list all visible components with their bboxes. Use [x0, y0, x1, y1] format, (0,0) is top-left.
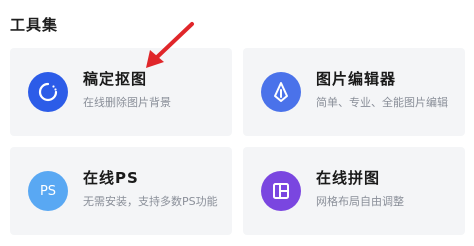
arrow-annotation-icon — [140, 20, 196, 76]
section-title: 工具集 — [10, 16, 59, 34]
cutout-icon — [28, 72, 68, 112]
tool-card-cutout[interactable]: 稿定抠图 在线删除图片背景 — [10, 48, 232, 136]
ps-icon: PS — [28, 171, 68, 211]
tool-card-title: 在线PS — [83, 169, 139, 187]
tool-card-title: 在线拼图 — [316, 169, 381, 187]
collage-icon — [261, 171, 301, 211]
tool-card-desc: 无需安装，支持多数PS功能 — [83, 195, 218, 208]
tool-card-title: 图片编辑器 — [316, 70, 397, 88]
tool-card-collage[interactable]: 在线拼图 网格布局自由调整 — [243, 147, 465, 235]
tool-card-desc: 在线删除图片背景 — [83, 96, 171, 109]
pen-nib-icon — [261, 72, 301, 112]
tool-card-title: 稿定抠图 — [83, 70, 148, 88]
tool-card-desc: 简单、专业、全能图片编辑 — [316, 96, 448, 109]
tool-card-online-ps[interactable]: PS 在线PS 无需安装，支持多数PS功能 — [10, 147, 232, 235]
tool-card-desc: 网格布局自由调整 — [316, 195, 404, 208]
ps-icon-text: PS — [39, 183, 57, 199]
tool-card-image-editor[interactable]: 图片编辑器 简单、专业、全能图片编辑 — [243, 48, 465, 136]
